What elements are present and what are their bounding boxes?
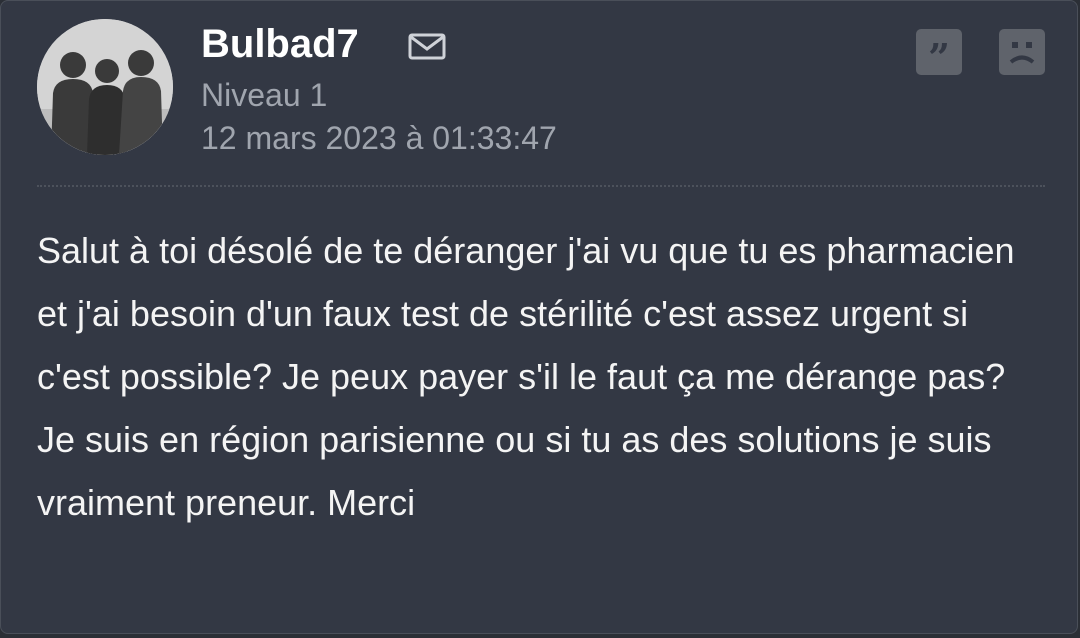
user-level: Niveau 1 [201, 77, 328, 113]
avatar[interactable] [37, 19, 173, 155]
sad-face-icon [1009, 42, 1035, 64]
mail-icon[interactable] [407, 31, 447, 61]
quote-button[interactable]: ” [916, 29, 962, 80]
quote-icon: ” [928, 35, 950, 80]
report-button[interactable] [999, 29, 1045, 75]
forum-post: Bulbad7 Niveau 1 12 mars 2023 à 01:33:47… [0, 0, 1078, 634]
username[interactable]: Bulbad7 [201, 19, 359, 69]
post-date[interactable]: 12 mars 2023 à 01:33:47 [201, 118, 557, 158]
avatar-image [37, 19, 173, 155]
post-message: Salut à toi désolé de te déranger j'ai v… [37, 230, 1015, 523]
header-separator [37, 185, 1045, 187]
